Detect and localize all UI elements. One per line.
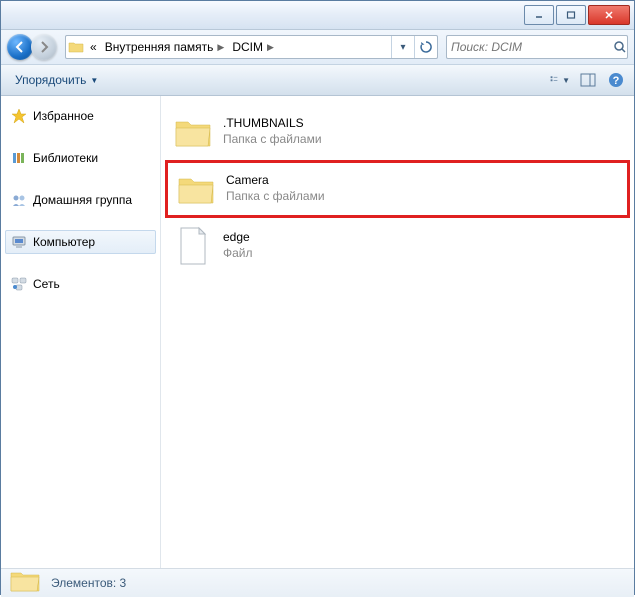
sidebar-item-homegroup[interactable]: Домашняя группа	[5, 188, 156, 212]
crumb-label: Внутренняя память	[105, 40, 214, 54]
folder-icon	[176, 169, 216, 209]
chevron-right-icon: ▶	[267, 42, 274, 53]
list-item[interactable]: .THUMBNAILSПапка с файлами	[165, 106, 630, 158]
close-button[interactable]	[588, 5, 630, 25]
network-icon	[11, 276, 27, 292]
preview-pane-button[interactable]	[578, 70, 598, 90]
breadcrumb-prefix[interactable]: «	[86, 36, 101, 58]
crumb-label: DCIM	[232, 40, 263, 54]
list-item[interactable]: edgeФайл	[165, 220, 630, 272]
search-box[interactable]	[446, 35, 628, 59]
navbar: « Внутренняя память ▶ DCIM ▶ ▾	[1, 30, 634, 65]
computer-icon	[11, 234, 27, 250]
nav-buttons	[7, 33, 61, 61]
address-dropdown[interactable]: ▾	[391, 36, 414, 58]
body: Избранное Библиотеки Домашняя группа	[1, 96, 634, 568]
list-item[interactable]: CameraПапка с файлами	[165, 160, 630, 218]
sidebar-label: Домашняя группа	[33, 193, 132, 207]
minimize-button[interactable]	[524, 5, 554, 25]
libraries-icon	[11, 150, 27, 166]
search-icon[interactable]	[612, 36, 627, 58]
sidebar-item-computer[interactable]: Компьютер	[5, 230, 156, 254]
titlebar	[1, 1, 634, 30]
view-mode-button[interactable]: ▼	[550, 70, 570, 90]
item-name: .THUMBNAILS	[223, 116, 322, 132]
prefix-text: «	[90, 40, 97, 54]
back-button[interactable]	[7, 34, 33, 60]
item-name: edge	[223, 230, 253, 246]
search-input[interactable]	[447, 40, 612, 54]
folder-icon	[9, 565, 41, 597]
content-pane[interactable]: .THUMBNAILSПапка с файламиCameraПапка с …	[161, 96, 634, 568]
address-bar[interactable]: « Внутренняя память ▶ DCIM ▶ ▾	[65, 35, 438, 59]
forward-button[interactable]	[31, 34, 57, 60]
sidebar-label: Компьютер	[33, 235, 95, 249]
sidebar-item-libraries[interactable]: Библиотеки	[5, 146, 156, 170]
file-icon	[173, 226, 213, 266]
organize-button[interactable]: Упорядочить ▼	[9, 71, 104, 89]
star-icon	[11, 108, 27, 124]
toolbar: Упорядочить ▼ ▼ ?	[1, 65, 634, 96]
breadcrumb-2[interactable]: DCIM ▶	[228, 36, 278, 58]
homegroup-icon	[11, 192, 27, 208]
item-desc: Файл	[223, 246, 253, 262]
status-text: Элементов: 3	[51, 576, 126, 590]
item-name: Camera	[226, 173, 325, 189]
sidebar-label: Избранное	[33, 109, 94, 123]
organize-label: Упорядочить	[15, 73, 86, 87]
breadcrumb-1[interactable]: Внутренняя память ▶	[101, 36, 229, 58]
folder-icon	[173, 112, 213, 152]
folder-icon	[66, 37, 86, 57]
help-button[interactable]: ?	[606, 70, 626, 90]
explorer-window: « Внутренняя память ▶ DCIM ▶ ▾	[0, 0, 635, 595]
sidebar-label: Сеть	[33, 277, 60, 291]
sidebar-item-favorites[interactable]: Избранное	[5, 104, 156, 128]
chevron-down-icon: ▼	[90, 76, 98, 85]
maximize-button[interactable]	[556, 5, 586, 25]
chevron-right-icon: ▶	[217, 42, 224, 53]
sidebar-label: Библиотеки	[33, 151, 98, 165]
statusbar: Элементов: 3	[1, 568, 634, 597]
item-desc: Папка с файлами	[223, 132, 322, 148]
refresh-button[interactable]	[414, 36, 437, 58]
svg-text:?: ?	[613, 75, 620, 87]
sidebar-item-network[interactable]: Сеть	[5, 272, 156, 296]
item-desc: Папка с файлами	[226, 189, 325, 205]
sidebar: Избранное Библиотеки Домашняя группа	[1, 96, 161, 568]
